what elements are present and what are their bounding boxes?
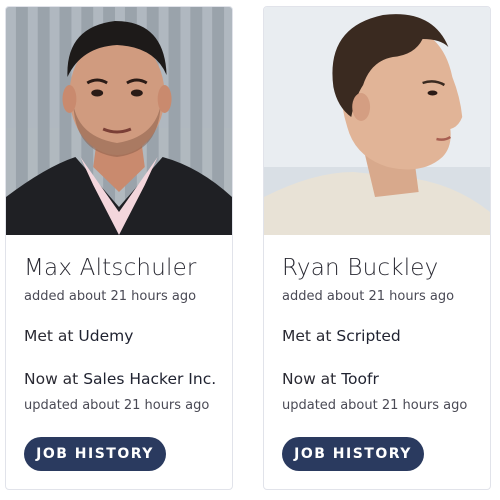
now-at-company: Toofr xyxy=(341,370,379,388)
met-at-company: Scripted xyxy=(336,327,401,345)
added-timestamp: added about 21 hours ago xyxy=(282,289,455,304)
contact-card: Ryan Buckley added about 21 hours ago Me… xyxy=(263,6,491,490)
met-at-line: Met at Scripted xyxy=(282,327,401,345)
now-at-prefix: Now at xyxy=(282,370,342,388)
job-history-button[interactable]: JOB HISTORY xyxy=(24,437,166,471)
met-at-line: Met at Udemy xyxy=(24,327,133,345)
added-timestamp: added about 21 hours ago xyxy=(24,289,197,304)
now-at-line: Now at Toofr xyxy=(282,370,379,388)
now-at-company: Sales Hacker Inc. xyxy=(83,370,217,388)
met-at-prefix: Met at xyxy=(282,327,337,345)
met-at-prefix: Met at xyxy=(24,327,79,345)
met-at-company: Udemy xyxy=(78,327,134,345)
now-at-prefix: Now at xyxy=(24,370,84,388)
contact-photo xyxy=(6,7,232,235)
contact-name: Max Altschuler xyxy=(24,255,197,281)
job-history-button[interactable]: JOB HISTORY xyxy=(282,437,424,471)
contact-name: Ryan Buckley xyxy=(282,255,439,281)
updated-timestamp: updated about 21 hours ago xyxy=(24,398,210,413)
updated-timestamp: updated about 21 hours ago xyxy=(282,398,468,413)
now-at-line: Now at Sales Hacker Inc. xyxy=(24,370,216,388)
contact-card: Max Altschuler added about 21 hours ago … xyxy=(5,6,233,490)
contact-photo xyxy=(264,7,490,235)
